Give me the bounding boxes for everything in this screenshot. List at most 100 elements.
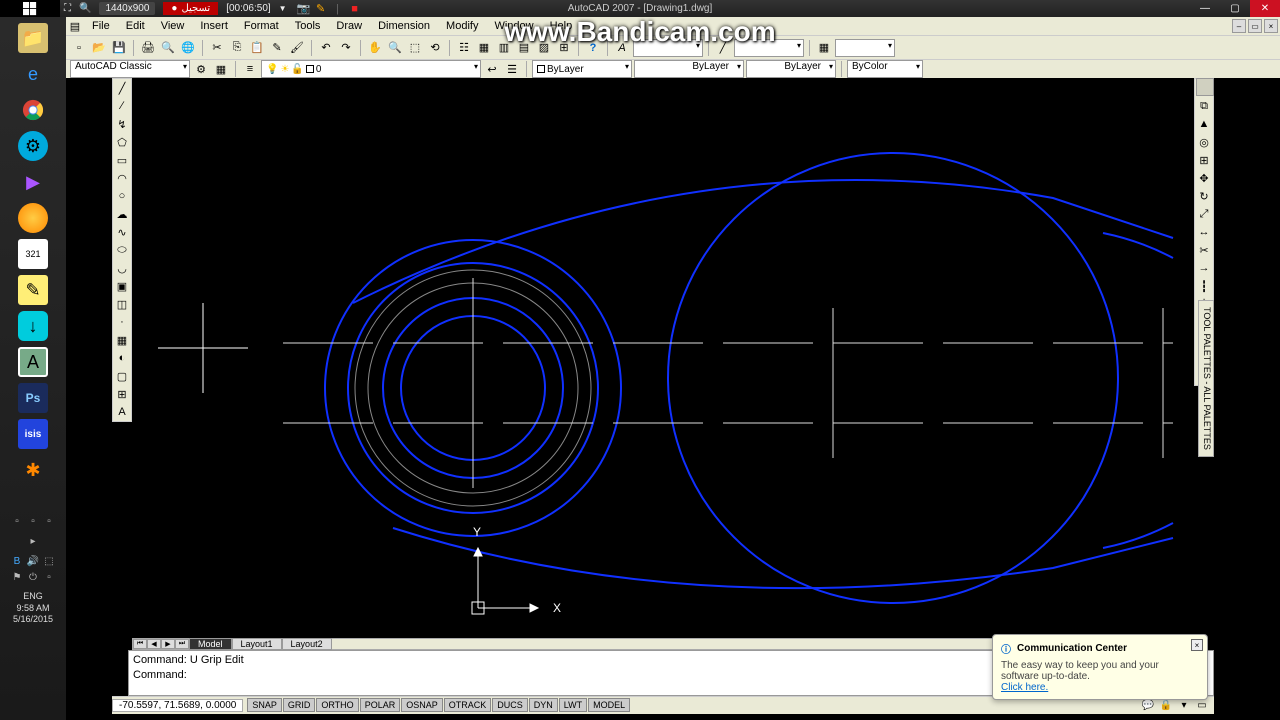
status-ortho[interactable]: ORTHO xyxy=(316,698,358,712)
menu-file[interactable]: File xyxy=(84,20,118,32)
menu-modify[interactable]: Modify xyxy=(438,20,486,32)
layer-states-icon[interactable]: ☰ xyxy=(503,60,521,78)
offset-icon[interactable]: ◎ xyxy=(1195,133,1213,151)
table-icon[interactable]: ⊞ xyxy=(113,385,131,403)
dcenter-icon[interactable]: ▦ xyxy=(475,39,493,57)
extend-icon[interactable]: → xyxy=(1195,259,1213,277)
tab-layout2[interactable]: Layout2 xyxy=(282,638,332,650)
mdi-restore[interactable]: ▭ xyxy=(1248,19,1262,33)
layer-prev-icon[interactable]: ↩ xyxy=(483,60,501,78)
plotstyle-select[interactable]: ByColor xyxy=(847,60,923,78)
mpc-icon[interactable]: 321 xyxy=(18,239,48,269)
linetype-select[interactable]: ByLayer xyxy=(634,60,744,78)
arc-icon[interactable]: ◠ xyxy=(113,169,131,187)
tray-expand[interactable]: ▸ xyxy=(27,535,39,547)
insert-icon[interactable]: ▣ xyxy=(113,277,131,295)
status-model[interactable]: MODEL xyxy=(588,698,630,712)
open-icon[interactable]: 📂 xyxy=(90,39,108,57)
palette-toggle[interactable] xyxy=(1196,78,1214,96)
scale-icon[interactable]: ⤢ xyxy=(1195,205,1213,223)
mdi-minimize[interactable]: – xyxy=(1232,19,1246,33)
table-style-icon[interactable]: ▦ xyxy=(815,39,833,57)
autocad-icon[interactable]: A xyxy=(18,347,48,377)
zoom-icon[interactable]: 🔍 xyxy=(79,3,91,14)
isis-icon[interactable]: isis xyxy=(18,419,48,449)
menu-tools[interactable]: Tools xyxy=(287,20,329,32)
array-icon[interactable]: ⊞ xyxy=(1195,151,1213,169)
workspace-select[interactable]: AutoCAD Classic xyxy=(70,60,190,78)
new-icon[interactable]: ▫ xyxy=(70,39,88,57)
point-icon[interactable]: · xyxy=(113,313,131,331)
xline-icon[interactable]: ∕ xyxy=(113,97,131,115)
paint-icon[interactable]: 🖌 xyxy=(288,39,306,57)
pline-icon[interactable]: ↯ xyxy=(113,115,131,133)
hatch-icon[interactable]: ▦ xyxy=(113,331,131,349)
coords-display[interactable]: -70.5597, 71.5689, 0.0000 xyxy=(112,699,243,712)
tray-c[interactable]: ▫ xyxy=(43,515,55,527)
net-icon[interactable]: ⬚ xyxy=(43,555,55,567)
tab-next[interactable]: ▶ xyxy=(161,639,175,649)
plot-icon[interactable]: 🖨 xyxy=(139,39,157,57)
tab-prev[interactable]: ◀ xyxy=(147,639,161,649)
menu-draw[interactable]: Draw xyxy=(328,20,370,32)
status-grid[interactable]: GRID xyxy=(283,698,316,712)
tray-x[interactable]: ▫ xyxy=(43,571,55,583)
dropdown-icon[interactable]: ▼ xyxy=(279,4,287,13)
sb-clean-icon[interactable]: ▭ xyxy=(1194,699,1210,713)
zoom-prev-icon[interactable]: ⟲ xyxy=(426,39,444,57)
chrome-icon[interactable] xyxy=(18,95,48,125)
tab-model[interactable]: Model xyxy=(189,638,232,650)
volume-icon[interactable]: 🔊 xyxy=(27,555,39,567)
status-otrack[interactable]: OTRACK xyxy=(444,698,492,712)
ellipsearc-icon[interactable]: ◡ xyxy=(113,259,131,277)
layer-select[interactable]: 💡 ☀ 🔓 0 xyxy=(261,60,481,78)
undo-icon[interactable]: ↶ xyxy=(317,39,335,57)
flag-icon[interactable]: ⚑ xyxy=(11,571,23,583)
copy2-icon[interactable]: ⧉ xyxy=(1195,97,1213,115)
zoom-rt-icon[interactable]: 🔍 xyxy=(386,39,404,57)
redo-icon[interactable]: ↷ xyxy=(337,39,355,57)
menu-edit[interactable]: Edit xyxy=(118,20,153,32)
close-button[interactable]: ✕ xyxy=(1250,0,1280,17)
ellipse-icon[interactable]: ⬭ xyxy=(113,241,131,259)
record-button[interactable]: ●تسجيل xyxy=(163,2,218,15)
app6-icon[interactable] xyxy=(18,203,48,233)
app4-icon[interactable]: ⚙ xyxy=(18,131,48,161)
status-lwt[interactable]: LWT xyxy=(559,698,587,712)
menu-insert[interactable]: Insert xyxy=(192,20,236,32)
stop-icon[interactable]: ■ xyxy=(348,2,362,15)
sb-comm-icon[interactable]: 💬 xyxy=(1140,699,1156,713)
region-icon[interactable]: ▢ xyxy=(113,367,131,385)
match-icon[interactable]: ✎ xyxy=(268,39,286,57)
polygon-icon[interactable]: ⬠ xyxy=(113,133,131,151)
system-clock[interactable]: ENG 9:58 AM 5/16/2015 xyxy=(0,591,66,626)
app5-icon[interactable]: ▶ xyxy=(18,167,48,197)
lineweight-select[interactable]: ByLayer xyxy=(746,60,836,78)
mirror-icon[interactable]: ▲ xyxy=(1195,115,1213,133)
preview-icon[interactable]: 🔍 xyxy=(159,39,177,57)
props-icon[interactable]: ☷ xyxy=(455,39,473,57)
copy-icon[interactable]: ⎘ xyxy=(228,39,246,57)
layer-manager-icon[interactable]: ≡ xyxy=(241,60,259,78)
move-icon[interactable]: ✥ xyxy=(1195,169,1213,187)
minimize-button[interactable]: — xyxy=(1190,0,1220,17)
tablestyle-select[interactable] xyxy=(835,39,895,57)
power-icon[interactable]: ⏻ xyxy=(27,571,39,583)
tab-layout1[interactable]: Layout1 xyxy=(232,638,282,650)
tool-palettes-tab[interactable]: TOOL PALETTES - ALL PALETTES xyxy=(1198,300,1214,457)
zoom-win-icon[interactable]: ⬚ xyxy=(406,39,424,57)
publish-icon[interactable]: 🌐 xyxy=(179,39,197,57)
sb-lock-icon[interactable]: 🔒 xyxy=(1158,699,1174,713)
tray-b[interactable]: ▫ xyxy=(27,515,39,527)
menu-dimension[interactable]: Dimension xyxy=(370,20,438,32)
app9-icon[interactable]: ↓ xyxy=(18,311,48,341)
menu-format[interactable]: Format xyxy=(236,20,287,32)
bluetooth-icon[interactable]: B xyxy=(11,555,23,567)
status-dyn[interactable]: DYN xyxy=(529,698,558,712)
maximize-button[interactable]: ▢ xyxy=(1220,0,1250,17)
notes-icon[interactable]: ✎ xyxy=(18,275,48,305)
ws-save-icon[interactable]: ▦ xyxy=(212,60,230,78)
windows-logo[interactable] xyxy=(0,0,60,17)
sb-menu-icon[interactable]: ▾ xyxy=(1176,699,1192,713)
cut-icon[interactable]: ✂ xyxy=(208,39,226,57)
